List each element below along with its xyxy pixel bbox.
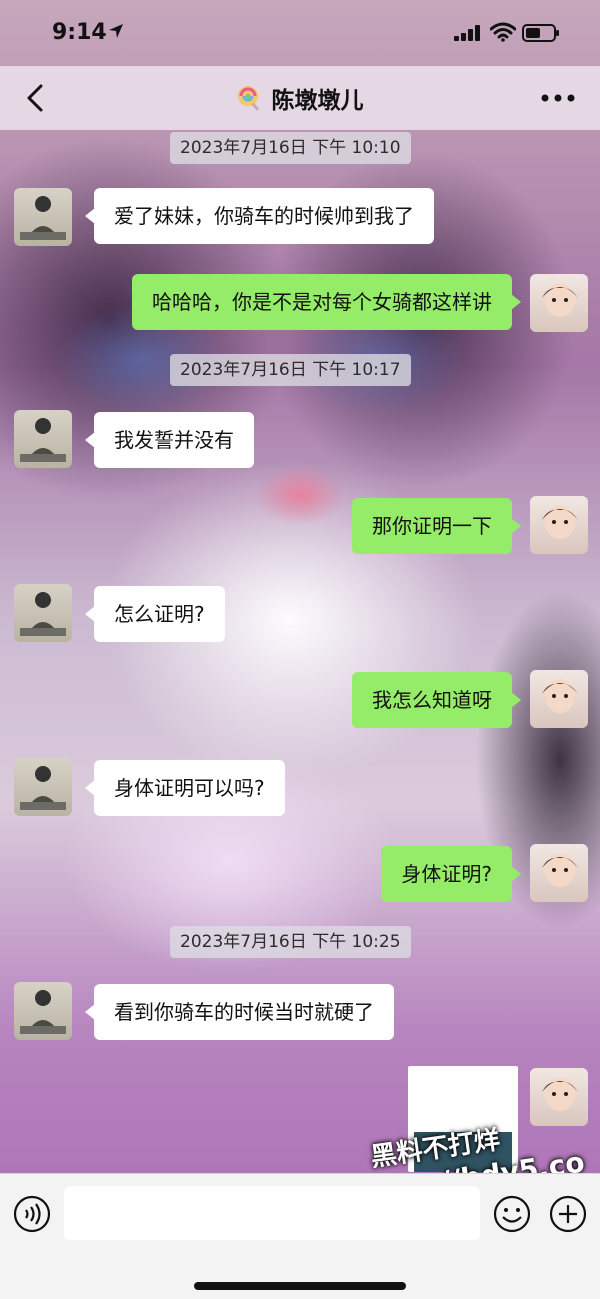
my-avatar[interactable] (530, 670, 588, 728)
contact-avatar[interactable] (14, 584, 72, 642)
contact-avatar[interactable] (14, 410, 72, 468)
message-input[interactable] (64, 1186, 480, 1240)
message-bubble[interactable]: 那你证明一下 (352, 498, 521, 554)
add-attachment-icon[interactable] (548, 1194, 588, 1234)
wifi-icon (490, 22, 516, 42)
message-bubble[interactable]: 看到你骑车的时候当时就硬了 (85, 984, 394, 1040)
status-bar: 9:14 (0, 0, 600, 66)
nav-bar: 陈墩墩儿 (0, 66, 600, 130)
voice-input-icon[interactable] (12, 1194, 52, 1234)
cellular-signal-icon (454, 25, 480, 41)
battery-icon (522, 24, 559, 42)
my-avatar[interactable] (530, 844, 588, 902)
chat-title: 陈墩墩儿 (0, 81, 600, 115)
message-list[interactable]: 2023年7月16日 下午 10:10 爱了妹妹，你骑车的时候帅到我了 哈哈哈，… (0, 130, 600, 1173)
message-bubble[interactable]: 哈哈哈，你是不是对每个女骑都这样讲 (132, 274, 521, 330)
lollipop-icon (238, 86, 260, 111)
my-avatar[interactable] (530, 496, 588, 554)
contact-avatar[interactable] (14, 758, 72, 816)
message-bubble[interactable]: 我发誓并没有 (85, 412, 254, 468)
message-bubble[interactable]: 爱了妹妹，你骑车的时候帅到我了 (85, 188, 434, 244)
timestamp: 2023年7月16日 下午 10:25 (170, 926, 411, 958)
more-options-icon[interactable] (540, 92, 576, 104)
home-indicator[interactable] (194, 1282, 406, 1290)
timestamp: 2023年7月16日 下午 10:10 (170, 132, 411, 164)
emoji-icon[interactable] (492, 1194, 532, 1234)
status-time: 9:14 (52, 20, 107, 45)
message-bubble[interactable]: 身体证明可以吗? (85, 760, 285, 816)
message-bubble[interactable]: 身体证明? (381, 846, 521, 902)
input-bar (0, 1173, 600, 1299)
message-bubble[interactable]: 我怎么知道呀 (352, 672, 521, 728)
chat-screen: 9:14 陈墩墩儿 2023年7月16日 下午 10:10 爱了妹妹，你骑车的时… (0, 0, 600, 1299)
location-arrow-icon (109, 24, 123, 38)
message-bubble[interactable]: 怎么证明? (85, 586, 225, 642)
my-avatar[interactable] (530, 274, 588, 332)
contact-avatar[interactable] (14, 188, 72, 246)
my-avatar[interactable] (530, 1068, 588, 1126)
timestamp: 2023年7月16日 下午 10:17 (170, 354, 411, 386)
contact-name: 陈墩墩儿 (271, 88, 364, 114)
contact-avatar[interactable] (14, 982, 72, 1040)
